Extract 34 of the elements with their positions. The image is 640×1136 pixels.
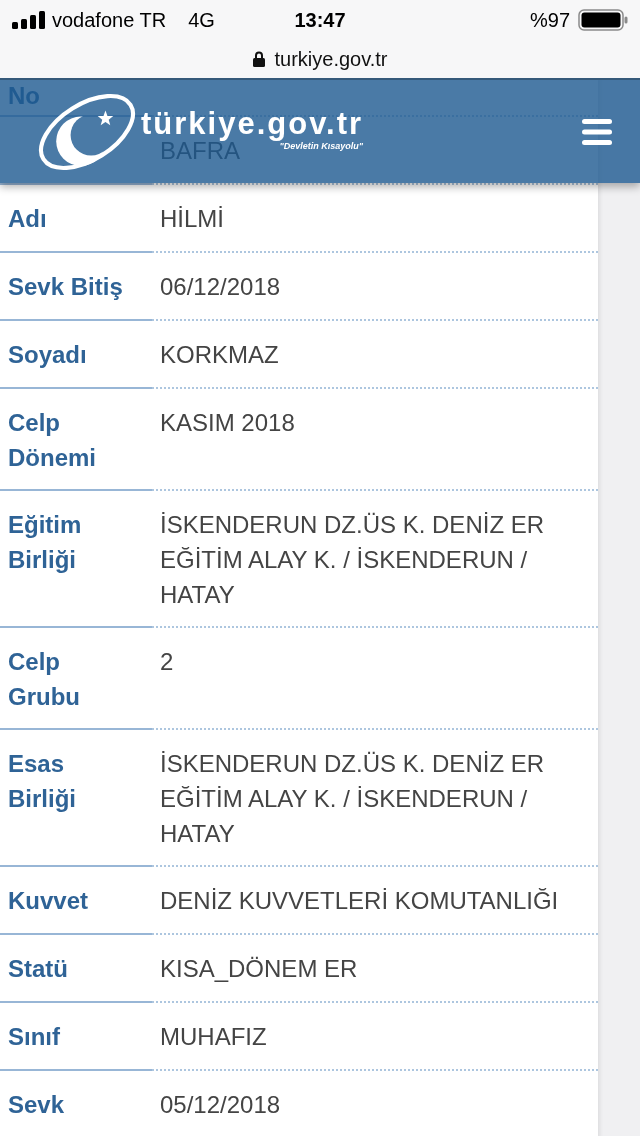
field-label: Celp Dönemi bbox=[8, 408, 97, 473]
battery-percent: %97 bbox=[529, 8, 570, 33]
field-value: İSKENDERUN DZ.ÜS K. DENİZ ER EĞİTİM ALAY K. / İSKENDERUN / HATAY bbox=[160, 510, 546, 610]
field-label: Esas Birliği bbox=[8, 749, 77, 814]
field-label: Statü bbox=[8, 954, 68, 984]
field-value: KISA_DÖNEM ER bbox=[160, 954, 358, 984]
field-label: Sevk Bitiş bbox=[8, 272, 123, 302]
field-value: İSKENDERUN DZ.ÜS K. DENİZ ER EĞİTİM ALAY K. / İSKENDERUN / HATAY bbox=[160, 749, 546, 849]
field-label: Soyadı bbox=[8, 340, 87, 370]
carrier-name: vodafone TR bbox=[52, 8, 167, 33]
field-label: Adı bbox=[8, 204, 47, 234]
field-label: Kuvvet bbox=[8, 886, 89, 916]
field-value: 06/12/2018 bbox=[160, 272, 281, 302]
field-value: KORKMAZ bbox=[160, 340, 279, 370]
logo-tagline: "Devletin Kısayolu" bbox=[279, 141, 364, 152]
clock-time: 13:47 bbox=[294, 8, 346, 33]
address-url[interactable]: turkiye.gov.tr bbox=[274, 44, 388, 74]
field-label: Eğitim Birliği bbox=[8, 510, 83, 575]
field-value: DENİZ KUVVETLERİ KOMUTANLIĞI bbox=[160, 886, 559, 916]
field-label: Sevk bbox=[8, 1090, 65, 1120]
field-value: 2 bbox=[160, 647, 174, 677]
field-value: HİLMİ bbox=[160, 204, 224, 234]
lock-icon bbox=[252, 51, 265, 67]
field-label: Celp Grubu bbox=[8, 647, 81, 712]
signal-bars-icon bbox=[12, 11, 46, 29]
battery-icon bbox=[578, 9, 628, 31]
crescent-star-logo-icon bbox=[37, 92, 137, 171]
field-value: 05/12/2018 bbox=[160, 1090, 281, 1120]
field-value: KASIM 2018 bbox=[160, 408, 295, 438]
logo-text: türkiye.gov.tr bbox=[141, 107, 364, 141]
network-type: 4G bbox=[188, 8, 215, 33]
field-label: Sınıf bbox=[8, 1022, 60, 1052]
menu-icon[interactable] bbox=[582, 118, 612, 145]
field-value: MUHAFIZ bbox=[160, 1022, 267, 1052]
